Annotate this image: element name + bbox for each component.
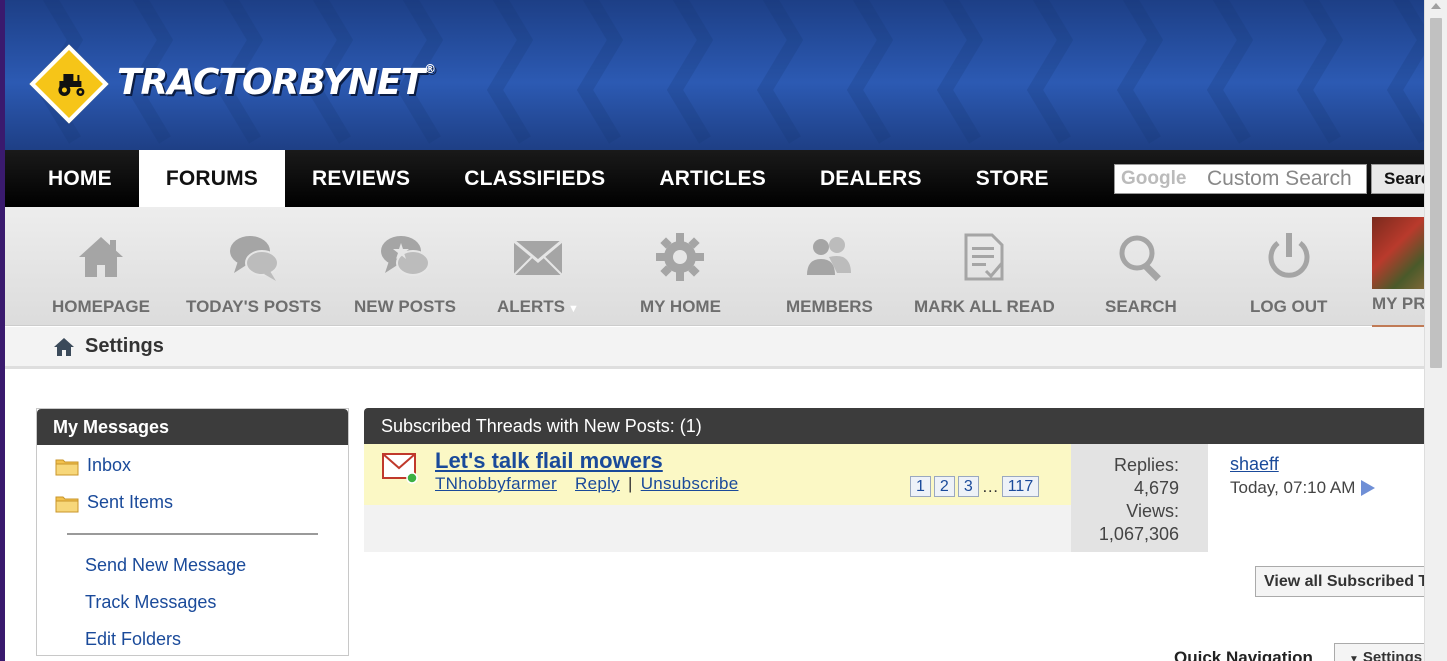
star-chat-icon xyxy=(381,236,430,276)
toolbar-new-posts[interactable]: NEW POSTS xyxy=(354,231,456,317)
views-label: Views: xyxy=(1126,501,1179,521)
toolbar-my-home[interactable]: MY HOME xyxy=(640,231,721,317)
sidebar-item-inbox[interactable]: Inbox xyxy=(37,447,348,484)
view-all-subscribed-button[interactable]: View all Subscribed Threads xyxy=(1255,566,1424,597)
last-post-info: shaeff Today, 07:10 AM xyxy=(1208,444,1424,552)
page-link-3[interactable]: 3 xyxy=(957,476,979,497)
thread-row: Let's talk flail mowers TNhobbyfarmer Re… xyxy=(364,444,1424,552)
site-banner: TRACTORBYNET® xyxy=(5,0,1424,150)
nav-home[interactable]: HOME xyxy=(5,150,139,207)
subscribed-threads-header: Subscribed Threads with New Posts: (1) xyxy=(364,408,1424,444)
thread-author-link[interactable]: TNhobbyfarmer xyxy=(435,474,557,494)
replies-count: 4,679 xyxy=(1133,478,1179,498)
page-link-last[interactable]: 117 xyxy=(1001,476,1040,497)
people-icon xyxy=(807,237,852,275)
magnifier-icon xyxy=(1119,235,1161,282)
envelope-icon xyxy=(512,239,563,276)
toolbar-mark-all-read[interactable]: MARK ALL READ xyxy=(914,231,1055,317)
tractor-logo-icon xyxy=(29,44,109,124)
last-post-time: Today, 07:10 AM xyxy=(1230,478,1424,498)
sidebar-link-edit-folders[interactable]: Edit Folders xyxy=(37,621,348,658)
breadcrumb: Settings xyxy=(5,327,1424,369)
thread-title-link[interactable]: Let's talk flail mowers xyxy=(435,448,663,474)
last-poster-link[interactable]: shaeff xyxy=(1230,454,1424,475)
main-navigation: HOME FORUMS REVIEWS CLASSIFIEDS ARTICLES… xyxy=(5,150,1424,207)
search-button[interactable]: Search xyxy=(1371,164,1424,194)
chevron-down-icon: ▼ xyxy=(568,303,579,315)
sidebar-link-send-new-message[interactable]: Send New Message xyxy=(37,547,348,584)
page-link-1[interactable]: 1 xyxy=(910,476,931,497)
power-icon xyxy=(1268,233,1310,278)
nav-reviews[interactable]: REVIEWS xyxy=(285,150,437,207)
chat-bubbles-icon xyxy=(229,236,279,281)
sidebar-link-track-messages[interactable]: Track Messages xyxy=(37,584,348,621)
nav-classifieds[interactable]: CLASSIFIEDS xyxy=(437,150,632,207)
page-ellipsis: … xyxy=(981,476,999,496)
site-wordmark: TRACTORBYNET® xyxy=(117,61,436,103)
page-link-2[interactable]: 2 xyxy=(933,476,955,497)
go-to-last-post-icon[interactable] xyxy=(1361,480,1376,496)
thread-stats: Replies: 4,679 Views: 1,067,306 xyxy=(1071,444,1208,552)
toolbar-my-profile[interactable]: MY PROFILE xyxy=(1372,217,1424,329)
sidebar-divider xyxy=(67,533,318,535)
sidebar-item-sent-items[interactable]: Sent Items xyxy=(37,484,348,521)
search-input[interactable]: Google Custom Search xyxy=(1114,164,1367,194)
gear-icon xyxy=(656,233,705,281)
sidebar-title: My Messages xyxy=(37,409,348,445)
home-icon[interactable] xyxy=(53,337,75,357)
nav-articles[interactable]: ARTICLES xyxy=(632,150,793,207)
new-post-envelope-icon xyxy=(382,453,418,484)
nav-dealers[interactable]: DEALERS xyxy=(793,150,949,207)
nav-store[interactable]: STORE xyxy=(949,150,1076,207)
nav-forums[interactable]: FORUMS xyxy=(138,150,286,207)
thread-pagination: 1 2 3 … 117 xyxy=(910,476,1040,497)
folder-icon xyxy=(55,459,79,475)
replies-label: Replies: xyxy=(1113,455,1179,475)
thread-meta: TNhobbyfarmer Reply | Unsubscribe xyxy=(435,474,739,494)
folder-icon xyxy=(55,496,79,512)
toolbar-alerts[interactable]: ALERTS ▼ xyxy=(497,231,579,317)
reply-link[interactable]: Reply xyxy=(575,474,620,494)
views-count: 1,067,306 xyxy=(1098,524,1179,544)
toolbar-members[interactable]: MEMBERS xyxy=(786,231,873,317)
toolbar-log-out[interactable]: LOG OUT xyxy=(1250,231,1327,317)
unsubscribe-link[interactable]: Unsubscribe xyxy=(641,474,739,494)
search-placeholder: Custom Search xyxy=(1207,167,1352,190)
google-logo: Google xyxy=(1121,168,1187,189)
chevron-down-icon: ▼ xyxy=(1349,654,1359,661)
house-icon xyxy=(78,237,123,277)
vertical-scrollbar[interactable] xyxy=(1424,0,1447,661)
document-check-icon xyxy=(964,233,1004,281)
quick-navigation-select[interactable]: ▼ Settings xyxy=(1334,643,1424,661)
forum-toolbar: HOMEPAGE TODAY'S POSTS NEW POSTS ALERTS ▼… xyxy=(5,207,1424,329)
messages-sidebar: My Messages Inbox Sent Items Send New Me… xyxy=(36,408,349,656)
scrollbar-thumb[interactable] xyxy=(1430,18,1442,368)
profile-photo xyxy=(1372,217,1424,289)
toolbar-homepage[interactable]: HOMEPAGE xyxy=(52,231,150,317)
toolbar-search[interactable]: SEARCH xyxy=(1105,231,1177,317)
breadcrumb-current: Settings xyxy=(85,335,164,357)
toolbar-todays-posts[interactable]: TODAY'S POSTS xyxy=(186,231,321,317)
page-frame: TRACTORBYNET® HOME FORUMS REVIEWS CLASSI… xyxy=(5,0,1424,661)
site-logo[interactable]: TRACTORBYNET® xyxy=(29,44,436,124)
thread-info: Let's talk flail mowers TNhobbyfarmer Re… xyxy=(364,444,1071,552)
quick-navigation-label: Quick Navigation xyxy=(1174,648,1313,661)
scroll-up-icon[interactable] xyxy=(1431,3,1441,9)
